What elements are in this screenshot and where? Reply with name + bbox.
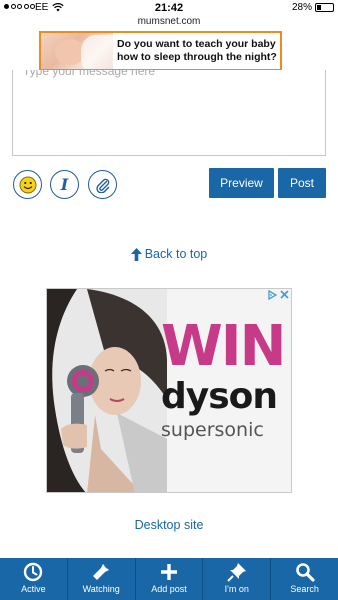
nav-watching-label: Watching — [82, 584, 120, 594]
desktop-site-link[interactable]: Desktop site — [0, 518, 338, 532]
flashlight-icon — [93, 564, 110, 580]
ad-headline: WIN — [161, 314, 286, 379]
address-bar-url[interactable]: mumsnet.com — [0, 16, 338, 27]
back-to-top-link[interactable]: Back to top — [0, 247, 338, 261]
dyson-advertisement[interactable]: WIN dyson supersonic — [46, 288, 292, 493]
ad-product: supersonic — [161, 419, 264, 441]
attach-button[interactable] — [88, 170, 117, 199]
top-banner-ad[interactable]: Do you want to teach your baby how to sl… — [39, 31, 282, 71]
bottom-navigation: Active Watching Add post I'm on Search — [0, 558, 338, 600]
italic-button[interactable]: I — [50, 170, 79, 199]
nav-add-post[interactable]: Add post — [136, 558, 204, 600]
nav-watching[interactable]: Watching — [68, 558, 136, 600]
italic-icon: I — [60, 175, 69, 194]
pin-icon — [227, 563, 246, 582]
emoji-button[interactable] — [13, 170, 42, 199]
battery-icon — [315, 3, 334, 12]
clock-time: 21:42 — [154, 2, 184, 14]
adchoices-icon — [268, 290, 277, 300]
clock-icon — [24, 562, 43, 582]
message-input[interactable] — [13, 70, 325, 149]
nav-active[interactable]: Active — [0, 558, 68, 600]
close-ad-icon[interactable] — [280, 290, 289, 299]
nav-add-post-label: Add post — [151, 584, 187, 594]
search-icon — [295, 563, 315, 582]
nav-active-label: Active — [21, 584, 46, 594]
post-button[interactable]: Post — [278, 168, 326, 198]
battery-percentage: 28% — [291, 2, 312, 13]
nav-im-on[interactable]: I'm on — [203, 558, 272, 600]
ad-brand: dyson — [161, 376, 278, 417]
message-field-container — [12, 70, 326, 156]
smiley-icon — [19, 176, 36, 193]
arrow-up-icon — [130, 247, 142, 261]
nav-search[interactable]: Search — [271, 558, 338, 600]
adchoices-badge[interactable] — [267, 290, 289, 300]
paperclip-icon — [95, 178, 109, 193]
top-ad-text: Do you want to teach your baby how to sl… — [117, 38, 277, 63]
woman-with-hairdryer-image — [47, 289, 167, 492]
preview-button[interactable]: Preview — [209, 168, 274, 198]
plus-icon — [160, 564, 177, 580]
nav-im-on-label: I'm on — [224, 584, 249, 594]
baby-photo — [41, 33, 113, 69]
back-to-top-label: Back to top — [144, 247, 208, 261]
nav-search-label: Search — [290, 584, 319, 594]
status-bar: EE 21:42 28% — [0, 0, 338, 16]
